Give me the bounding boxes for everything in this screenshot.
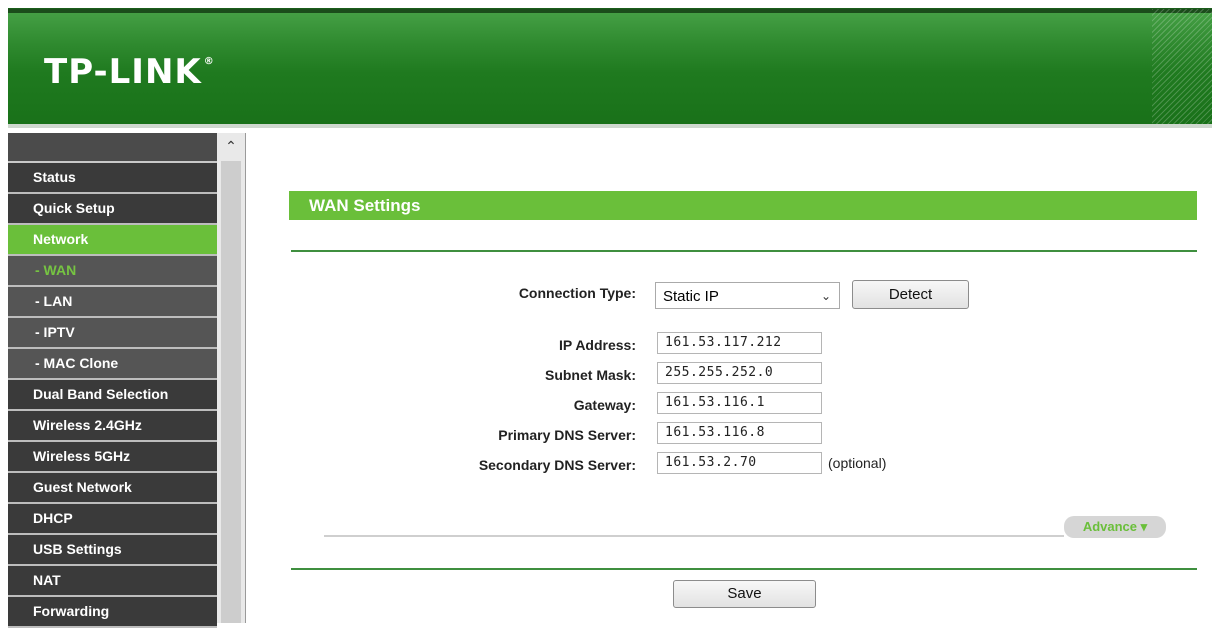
primary-dns-field[interactable]: 161.53.116.8	[657, 422, 822, 444]
main-content: WAN Settings Connection Type: Static IP …	[246, 133, 1212, 623]
tp-link-logo: TP-LINK ®	[44, 52, 215, 92]
divider-top	[291, 250, 1197, 252]
header: TP-LINK ®	[0, 0, 1212, 130]
menu-top-bar	[8, 133, 217, 163]
sidebar-scrollbar[interactable]: ⌃	[217, 133, 245, 623]
registered-mark: ®	[203, 56, 215, 67]
sidebar-item-dual-band-selection[interactable]: Dual Band Selection	[8, 380, 217, 411]
ip-address-label: IP Address:	[558, 337, 636, 353]
sidebar-item-wireless-2-4ghz[interactable]: Wireless 2.4GHz	[8, 411, 217, 442]
primary-dns-label: Primary DNS Server:	[498, 427, 636, 443]
advance-button[interactable]: Advance ▾	[1064, 516, 1166, 538]
save-button[interactable]: Save	[673, 580, 816, 608]
connection-type-label: Connection Type:	[518, 285, 636, 301]
sidebar: Status Quick Setup Network - WAN - LAN - IPTV…	[8, 133, 246, 628]
caret-down-icon: ▾	[1140, 519, 1148, 534]
optional-note: (optional)	[828, 455, 887, 471]
chevron-up-icon[interactable]: ⌃	[217, 133, 245, 159]
sidebar-item-iptv[interactable]: - IPTV	[8, 318, 217, 349]
sidebar-item-dhcp[interactable]: DHCP	[8, 504, 217, 535]
sidebar-item-wan[interactable]: - WAN	[8, 256, 217, 287]
logo-text: TP-LINK	[44, 52, 202, 92]
gateway-label: Gateway:	[573, 397, 636, 413]
divider-bottom	[291, 568, 1197, 570]
sidebar-item-wireless-5ghz[interactable]: Wireless 5GHz	[8, 442, 217, 473]
ip-address-field[interactable]: 161.53.117.212	[657, 332, 822, 354]
scrollbar-thumb[interactable]	[221, 161, 241, 623]
connection-type-select[interactable]: Static IP ⌄	[655, 282, 840, 309]
subnet-mask-field[interactable]: 255.255.252.0	[657, 362, 822, 384]
subnet-mask-label: Subnet Mask:	[544, 367, 636, 383]
sidebar-item-status[interactable]: Status	[8, 163, 217, 194]
sidebar-menu: Status Quick Setup Network - WAN - LAN - IPTV…	[8, 133, 217, 628]
advance-label: Advance	[1082, 519, 1138, 534]
advance-divider	[324, 535, 1064, 537]
sidebar-item-mac-clone[interactable]: - MAC Clone	[8, 349, 217, 380]
page-title: WAN Settings	[289, 191, 1197, 220]
sidebar-item-lan[interactable]: - LAN	[8, 287, 217, 318]
sidebar-item-guest-network[interactable]: Guest Network	[8, 473, 217, 504]
sidebar-item-network[interactable]: Network	[8, 225, 217, 256]
secondary-dns-field[interactable]: 161.53.2.70	[657, 452, 822, 474]
gateway-field[interactable]: 161.53.116.1	[657, 392, 822, 414]
sidebar-item-nat[interactable]: NAT	[8, 566, 217, 597]
sidebar-item-usb-settings[interactable]: USB Settings	[8, 535, 217, 566]
secondary-dns-label: Secondary DNS Server:	[478, 457, 636, 473]
chevron-down-icon: ⌄	[820, 289, 831, 303]
header-decoration	[1152, 9, 1212, 125]
sidebar-item-quick-setup[interactable]: Quick Setup	[8, 194, 217, 225]
connection-type-value: Static IP	[663, 288, 719, 305]
header-divider	[8, 124, 1212, 128]
detect-button[interactable]: Detect	[852, 280, 969, 309]
sidebar-item-forwarding[interactable]: Forwarding	[8, 597, 217, 628]
